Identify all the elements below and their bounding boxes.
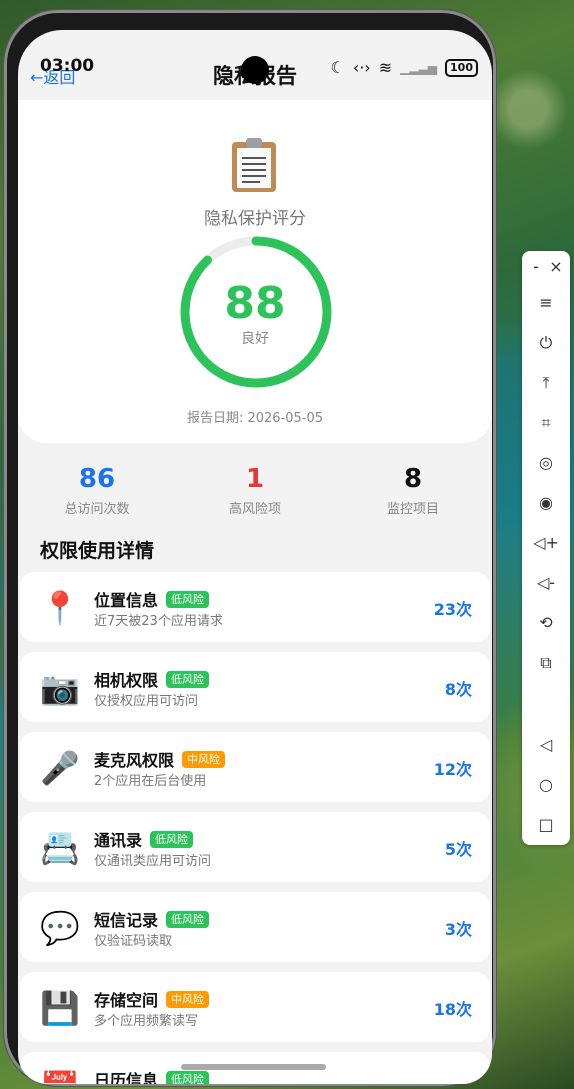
speech-bubble-icon: 💬 (40, 909, 80, 947)
battery-icon: 100 (445, 58, 478, 77)
stats-row: 86 总访问次数 1 高风险项 8 监控项目 (18, 462, 492, 522)
score-value: 88 (224, 278, 286, 329)
wifi-icon: ≋ (378, 58, 393, 77)
calendar-icon: 📅 (40, 1068, 80, 1084)
permission-desc: 仅通讯类应用可访问 (94, 854, 212, 869)
close-button[interactable]: × (546, 251, 566, 283)
risk-badge: 低风险 (150, 830, 194, 848)
risk-badge: 低风险 (166, 670, 210, 688)
stat-high-risk: 1 高风险项 (176, 462, 334, 517)
floppy-disk-icon: 💾 (40, 989, 80, 1027)
clipboard-icon (232, 138, 276, 192)
upload-icon[interactable]: ⤒ (522, 367, 570, 399)
stat-label: 监控项目 (386, 502, 439, 517)
menu-icon[interactable]: ≡ (522, 287, 570, 319)
permission-item[interactable]: 📇 通讯录 低风险仅通讯类应用可访问 5次 (20, 812, 490, 882)
permission-count: 8次 (444, 680, 472, 699)
record-icon[interactable]: ◉ (522, 487, 570, 519)
report-date: 报告日期: 2026-05-05 (186, 411, 324, 426)
minimize-button[interactable]: - (526, 251, 546, 283)
stat-total-access: 86 总访问次数 (18, 462, 176, 517)
score-card: 隐私保护评分 88 良好 报告日期: 2026-05-05 (18, 100, 492, 443)
status-icons: ☾ ‹·› ≋ ▁▂▃▅ 100 (330, 58, 478, 77)
pushpin-icon: 📍 (40, 589, 80, 627)
home-indicator[interactable] (181, 1064, 326, 1070)
phone-screen: ←返回 03:00 隐私报告 ☾ ‹·› ≋ ▁▂▃▅ 100 (18, 30, 492, 1084)
score-level: 良好 (241, 331, 269, 347)
side-toolbar: - × ≡ ⏻ ⤒ ⌗ ◎ ◉ ◁+ ◁- ⟲ ⧉ ◁ ○ □ (522, 251, 570, 845)
data-transfer-icon: ‹·› (352, 58, 371, 77)
permission-name: 日历信息 (94, 1071, 159, 1084)
permission-item[interactable]: 🎤 麦克风权限 中风险 2个应用在后台使用 12次 (20, 732, 490, 802)
permission-name-row: 位置信息 低风险 (94, 587, 210, 611)
stat-label: 总访问次数 (64, 502, 130, 517)
permission-name-row: 通讯录 低风险 (94, 827, 194, 851)
permission-desc: 多个应用频繁读写 (94, 1014, 199, 1029)
permission-name: 位置信息 (94, 591, 159, 610)
recents-icon[interactable]: □ (522, 809, 570, 841)
stat-value: 86 (78, 464, 116, 494)
camera-icon: 📷 (40, 669, 80, 707)
multi-window-icon[interactable]: ⧉ (522, 647, 570, 679)
screen-rotate-icon[interactable]: ⟲ (522, 607, 570, 639)
permission-name: 存储空间 (94, 991, 159, 1010)
permission-desc: 近7天被23个应用请求 (94, 614, 223, 629)
section-title: 权限使用详情 (40, 540, 155, 562)
permission-desc: 2个应用在后台使用 (94, 774, 207, 789)
front-camera (241, 56, 269, 84)
volume-up-icon[interactable]: ◁+ (522, 527, 570, 559)
stat-monitored: 8 监控项目 (334, 462, 492, 517)
permission-count: 12次 (433, 760, 472, 779)
permission-name: 短信记录 (94, 911, 159, 930)
risk-badge: 低风险 (166, 1070, 210, 1084)
stat-label: 高风险项 (228, 502, 281, 517)
rotate-icon[interactable]: ◎ (522, 447, 570, 479)
permission-name: 通讯录 (94, 831, 143, 850)
permission-desc: 仅验证码读取 (94, 934, 173, 949)
permission-name-row: 相机权限 低风险 (94, 667, 210, 691)
contacts-icon: 📇 (40, 829, 80, 867)
permission-item[interactable]: 💾 存储空间 中风险多个应用频繁读写 18次 (20, 972, 490, 1042)
permission-name-row: 麦克风权限 中风险 (94, 747, 226, 771)
permission-desc: 仅授权应用可访问 (94, 694, 199, 709)
home-icon[interactable]: ○ (522, 769, 570, 801)
risk-badge: 低风险 (166, 910, 210, 928)
permission-count: 18次 (433, 1000, 472, 1019)
permission-name: 相机权限 (94, 671, 159, 690)
permission-name-row: 短信记录 低风险 (94, 907, 210, 931)
permission-name: 麦克风权限 (94, 751, 175, 770)
signal-icon: ▁▂▃▅ (400, 60, 438, 75)
score-label: 隐私保护评分 (204, 209, 306, 229)
permission-count: 23次 (433, 600, 472, 619)
crop-icon[interactable]: ⌗ (522, 407, 570, 439)
phone-frame: ←返回 03:00 隐私报告 ☾ ‹·› ≋ ▁▂▃▅ 100 (4, 10, 496, 1086)
permission-name-row: 存储空间 中风险 (94, 987, 210, 1011)
risk-badge: 低风险 (166, 590, 210, 608)
permission-count: 3次 (444, 920, 472, 939)
moon-icon: ☾ (330, 58, 345, 77)
back-icon[interactable]: ◁ (522, 729, 570, 761)
stat-value: 8 (403, 464, 423, 494)
risk-badge: 中风险 (182, 750, 226, 768)
permission-item[interactable]: 📍 位置信息 低风险近7天被23个应用请求 23次 (20, 572, 490, 642)
power-icon[interactable]: ⏻ (522, 327, 570, 359)
permission-item[interactable]: 📷 相机权限 低风险仅授权应用可访问 8次 (20, 652, 490, 722)
permission-count: 5次 (444, 840, 472, 859)
stat-value: 1 (245, 464, 265, 494)
permission-item[interactable]: 💬 短信记录 低风险仅验证码读取 3次 (20, 892, 490, 962)
volume-down-icon[interactable]: ◁- (522, 567, 570, 599)
microphone-icon: 🎤 (40, 749, 80, 787)
status-bar: ←返回 03:00 隐私报告 ☾ ‹·› ≋ ▁▂▃▅ 100 (18, 30, 492, 90)
risk-badge: 中风险 (166, 990, 210, 1008)
